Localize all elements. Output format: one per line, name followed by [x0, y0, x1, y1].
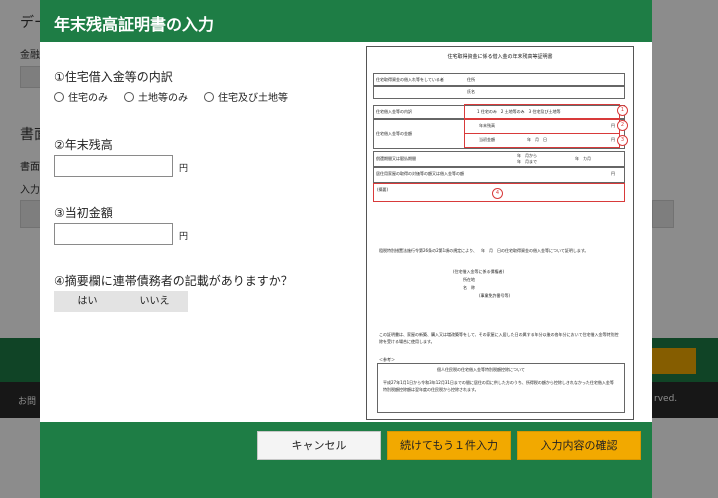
question-2-label: ②年末残高	[54, 138, 113, 152]
doc-issuer-reg: (事業免許番号等)	[479, 293, 511, 298]
doc-highlight-2	[464, 119, 620, 134]
joint-debtor-toggle: はい いいえ	[54, 291, 188, 312]
question-4-label: ④摘要欄に連帯債務者の記載がありますか？	[54, 274, 293, 288]
modal-header: 年末残高証明書の入力	[40, 0, 652, 42]
joint-debtor-no-button[interactable]: いいえ	[121, 291, 188, 312]
doc-highlight-3	[464, 133, 620, 148]
doc-amount-label: 住宅借入金等の金額	[376, 131, 412, 136]
radio-land-only[interactable]: 土地等のみ	[124, 89, 188, 104]
doc-name-label: 氏名	[467, 89, 475, 94]
doc-cost-label: 居住用家屋の取得の対価等の額又は借入金等の額	[376, 171, 464, 176]
certificate-title: 住宅取得資金に係る借入金の年末残高等証明書	[447, 54, 553, 60]
question-1-label: ①住宅借入金等の内訳	[54, 70, 173, 84]
joint-debtor-yes-button[interactable]: はい	[54, 291, 121, 312]
doc-period-label: 償還期間又は賦払期間	[376, 156, 416, 161]
cancel-button[interactable]: キャンセル	[257, 431, 381, 460]
question-3-label: ③当初金額	[54, 206, 113, 220]
radio-circle-icon	[54, 91, 64, 102]
radio-land-only-label: 土地等のみ	[138, 93, 188, 104]
year-end-balance-input[interactable]	[54, 155, 173, 177]
doc-badge-2: 2	[617, 120, 628, 131]
doc-badge-4: 4	[492, 188, 503, 199]
confirm-button[interactable]: 入力内容の確認	[517, 431, 641, 460]
doc-issuer-address: 所在地	[463, 277, 475, 282]
doc-body-text: 租税特別措置法施行令第26条の2第1項の規定により、 年 月 日の住宅取得資金の…	[379, 248, 589, 253]
doc-period-to: 年 月まで	[517, 159, 537, 164]
doc-period-years: 年 カ月	[575, 156, 591, 161]
radio-circle-icon	[204, 91, 214, 102]
doc-row-borrower-2	[373, 85, 625, 99]
doc-badge-3: 3	[617, 135, 628, 146]
radio-house-and-land[interactable]: 住宅及び土地等	[204, 89, 288, 104]
radio-house-only-label: 住宅のみ	[68, 93, 108, 104]
doc-address-label: 住所	[467, 77, 475, 82]
initial-amount-unit: 円	[179, 232, 189, 242]
doc-breakdown-label: 住宅借入金等の内訳	[376, 109, 412, 114]
doc-remarks-label: (摘要)	[377, 187, 389, 192]
certificate-preview: 住宅取得資金に係る借入金の年末残高等証明書 住宅取得資金の借入れ等をしている者 …	[366, 46, 634, 420]
add-another-button[interactable]: 続けてもう１件入力	[387, 431, 511, 460]
doc-badge-1: 1	[617, 105, 628, 116]
doc-highlight-1	[464, 104, 620, 119]
initial-amount-input[interactable]	[54, 223, 173, 245]
doc-notes: この証明書は、家屋の新築、購入又は増改築等をして、その家屋に入居した日の属する年…	[379, 332, 619, 344]
doc-borrower-label: 住宅取得資金の借入れ等をしている者	[376, 77, 444, 82]
doc-issuer-name: 名 称	[463, 285, 475, 290]
modal-title: 年末残高証明書の入力	[54, 15, 215, 34]
radio-house-and-land-label: 住宅及び土地等	[218, 93, 288, 104]
radio-house-only[interactable]: 住宅のみ	[54, 89, 108, 104]
doc-issuer-heading: (住宅借入金等に係る債権者)	[453, 269, 505, 274]
balance-certificate-modal: 年末残高証明書の入力 ①住宅借入金等の内訳 住宅のみ 土地等のみ 住宅及び土地等…	[40, 0, 652, 498]
year-end-balance-unit: 円	[179, 164, 189, 174]
doc-yen-3: 円	[611, 171, 615, 176]
radio-circle-icon	[124, 91, 134, 102]
doc-box-text: 平成27年1月1日から令和3年12月31日までの間に居住の用に供した方のうち、所…	[383, 380, 614, 392]
doc-box-heading: 個人住民税の住宅借入金等特別税額控除について	[437, 367, 525, 372]
loan-breakdown-radio-group: 住宅のみ 土地等のみ 住宅及び土地等	[54, 89, 304, 104]
